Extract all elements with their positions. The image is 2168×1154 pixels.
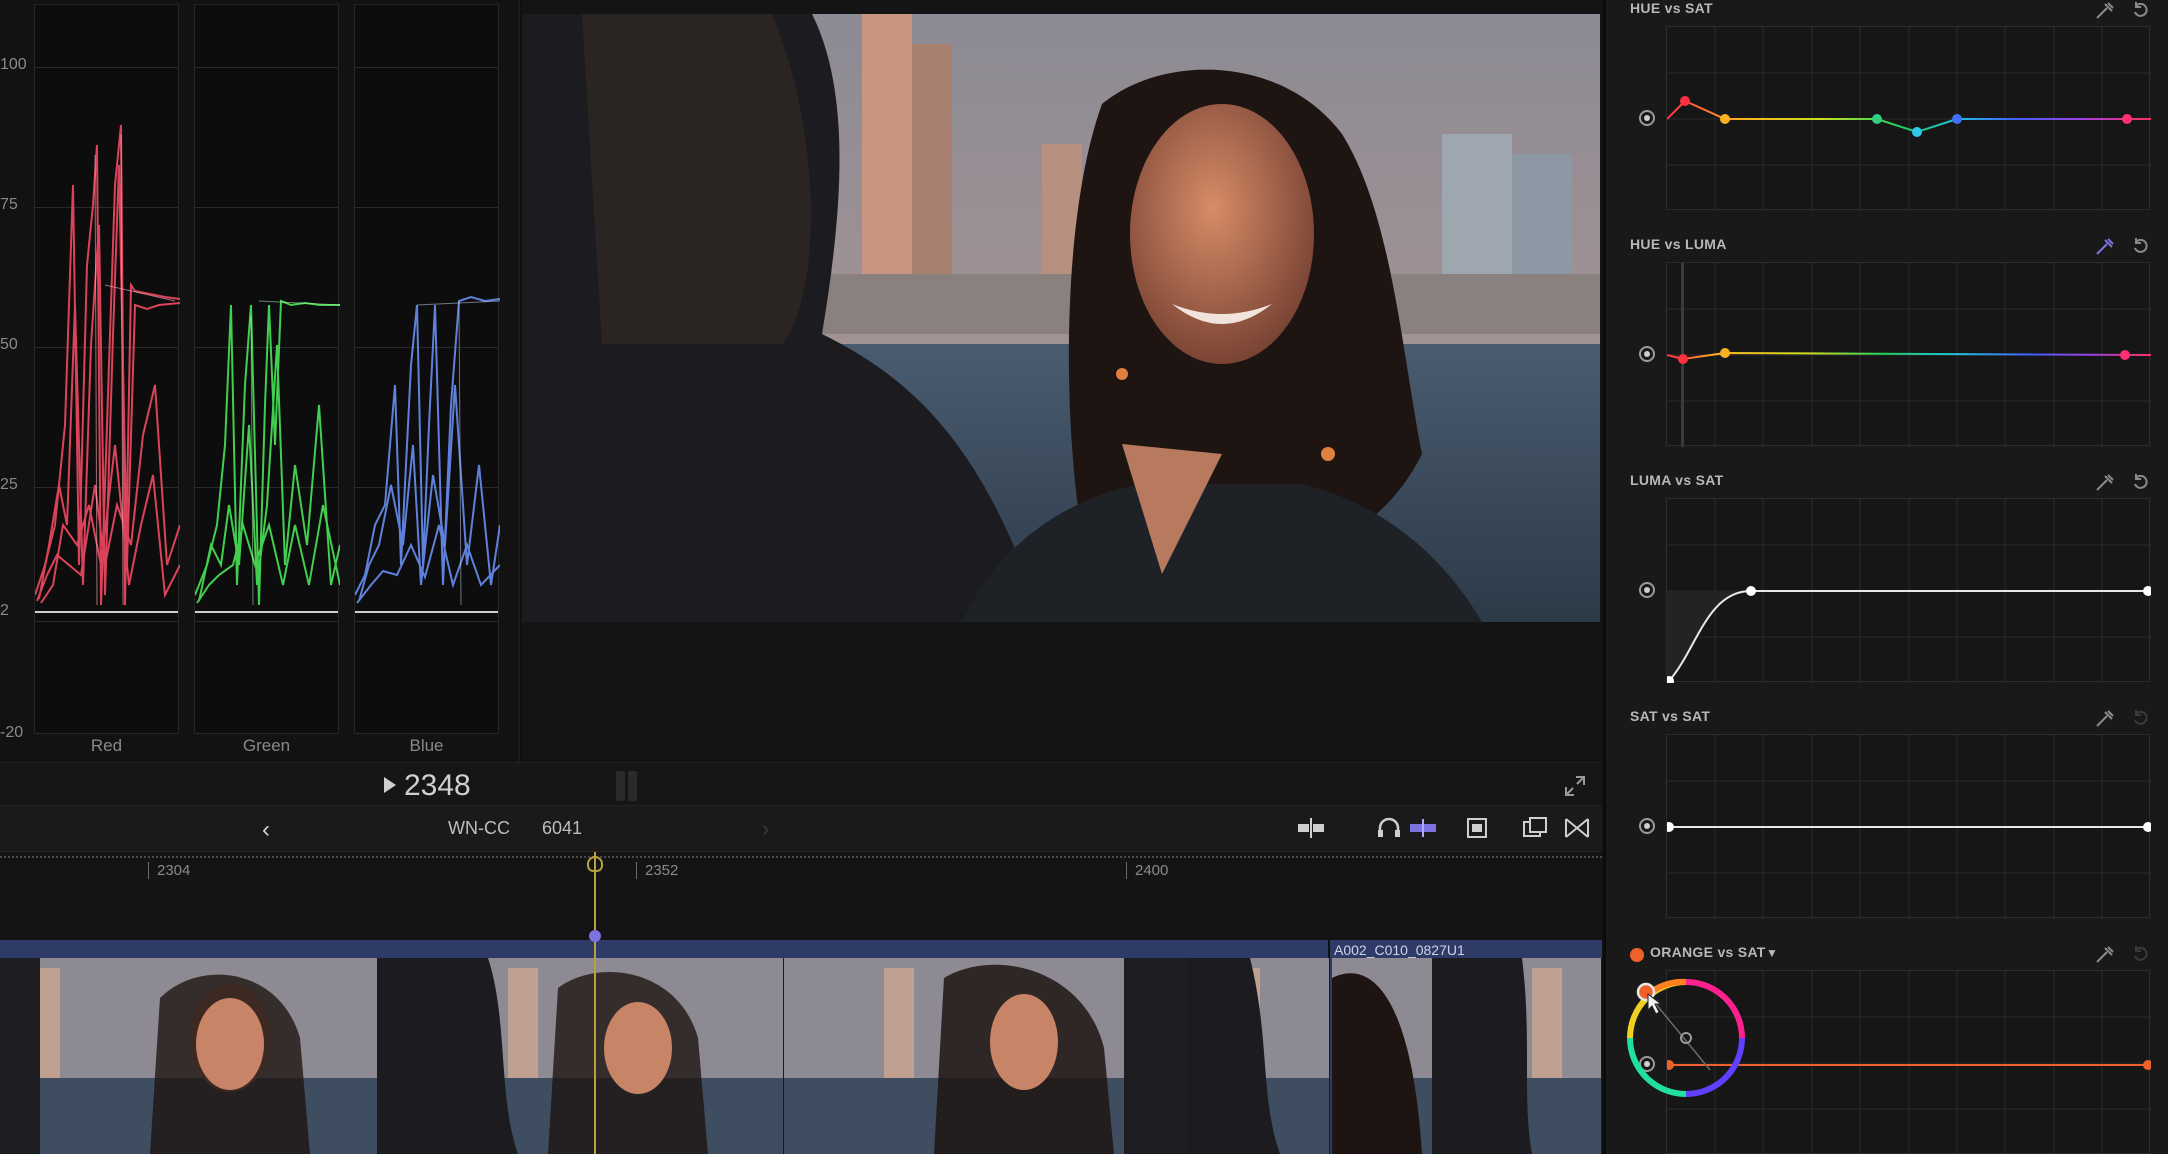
sat-vs-sat-section: SAT vs SAT (1606, 708, 2168, 944)
scale-label-75: 75 (0, 196, 18, 213)
scale-label-50: 50 (0, 336, 18, 353)
hue-vs-luma-section: HUE vs LUMA (1606, 236, 2168, 472)
scale-label-minus20: -20 (0, 724, 24, 741)
eyedropper-icon[interactable] (2094, 472, 2116, 492)
rgb-parade-scope: 100 75 50 25 2 -20 Red Green Blue (0, 0, 520, 762)
chevron-left-icon[interactable]: ‹ (262, 816, 270, 844)
luma-vs-sat-section: LUMA vs SAT (1606, 472, 2168, 708)
scale-label-100: 100 (0, 56, 27, 73)
timeline-ruler[interactable]: 2304 2352 2400 (0, 852, 1602, 940)
video-viewer[interactable] (522, 0, 1602, 762)
timecode-display[interactable]: 2348 (404, 769, 471, 803)
layout-icon[interactable] (1520, 816, 1550, 840)
ruler-tick-2352: 2352 (636, 862, 678, 879)
effects-browser-icon[interactable] (1562, 816, 1592, 840)
video-frame[interactable] (522, 14, 1600, 622)
luma-vs-sat-curve[interactable] (1666, 498, 2151, 683)
hue-vs-sat-curve[interactable] (1666, 26, 2151, 211)
skimming-icon[interactable] (1296, 816, 1326, 840)
red-waveform-trace (35, 124, 180, 606)
reset-icon[interactable] (2130, 944, 2150, 964)
clip-filmstrip[interactable] (0, 958, 1602, 1154)
playhead-handle[interactable] (587, 856, 603, 872)
orange-color-swatch (1630, 948, 1644, 962)
eyedropper-icon[interactable] (2094, 236, 2116, 256)
playhead-marker[interactable] (589, 930, 601, 942)
filmstrip-thumbnail (378, 958, 784, 1154)
blue-channel-label: Blue (409, 736, 444, 755)
scale-label-25: 25 (0, 476, 18, 493)
green-waveform-trace (195, 299, 340, 606)
frame-count: 6041 (542, 818, 583, 838)
ruler-tick-2304: 2304 (148, 862, 190, 879)
hue-vs-sat-title: HUE vs SAT (1630, 0, 1713, 16)
filmstrip-thumbnail (0, 958, 378, 1154)
blue-channel-waveform (354, 4, 500, 734)
ruler-tick-2400: 2400 (1126, 862, 1168, 879)
red-channel-label: Red (90, 736, 123, 755)
playhead[interactable] (594, 852, 596, 1154)
hue-vs-luma-curve[interactable] (1666, 262, 2151, 447)
eyedropper-icon[interactable] (2094, 708, 2116, 728)
target-icon[interactable] (1639, 818, 1655, 834)
reset-icon[interactable] (2130, 708, 2150, 728)
clip-name: A002_C010_0827U1 (1334, 942, 1465, 958)
playback-bar: 2348 (0, 762, 1602, 806)
project-name: WN-CC (448, 818, 510, 838)
orange-vs-sat-title[interactable]: ORANGE vs SAT (1650, 944, 1766, 960)
video-frame-image (522, 14, 1600, 622)
hue-vs-sat-section: HUE vs SAT (1606, 0, 2168, 236)
filmstrip-thumbnail (1190, 958, 1330, 1154)
chevron-down-icon[interactable]: ▼ (1766, 946, 1778, 960)
reset-icon[interactable] (2130, 0, 2150, 20)
scale-label-2: 2 (0, 602, 9, 619)
chevron-right-icon[interactable]: › (762, 816, 769, 842)
eyedropper-icon[interactable] (2094, 0, 2116, 20)
target-icon[interactable] (1639, 110, 1655, 126)
reset-icon[interactable] (2130, 472, 2150, 492)
clip-bar-primary[interactable] (0, 940, 1328, 958)
green-channel-waveform (194, 4, 340, 734)
fullscreen-icon[interactable] (1564, 775, 1586, 797)
audio-skimming-icon[interactable] (1374, 816, 1404, 840)
luma-vs-sat-title: LUMA vs SAT (1630, 472, 1724, 488)
target-icon[interactable] (1639, 346, 1655, 362)
play-icon[interactable] (384, 777, 396, 793)
sat-vs-sat-curve[interactable] (1666, 734, 2151, 919)
timeline-toolbar: ‹ WN-CC 6041 › (0, 806, 1602, 852)
scrub-handle[interactable] (616, 771, 644, 801)
reset-icon[interactable] (2130, 236, 2150, 256)
clip-appearance-icon[interactable] (1462, 816, 1492, 840)
color-curves-panel: HUE vs SAT HUE vs LUMA LUMA vs SAT SAT v… (1604, 0, 2168, 1154)
sat-vs-sat-title: SAT vs SAT (1630, 708, 1711, 724)
target-icon[interactable] (1639, 582, 1655, 598)
filmstrip-thumbnail (784, 958, 1190, 1154)
solo-icon[interactable] (1408, 816, 1438, 840)
blue-waveform-trace (355, 295, 500, 606)
red-channel-waveform (34, 4, 180, 734)
hue-vs-luma-title: HUE vs LUMA (1630, 236, 1727, 252)
hue-color-wheel[interactable] (1624, 976, 1748, 1100)
filmstrip-thumbnail (1330, 958, 1602, 1154)
green-channel-label: Green (242, 736, 291, 755)
eyedropper-icon[interactable] (2094, 944, 2116, 964)
